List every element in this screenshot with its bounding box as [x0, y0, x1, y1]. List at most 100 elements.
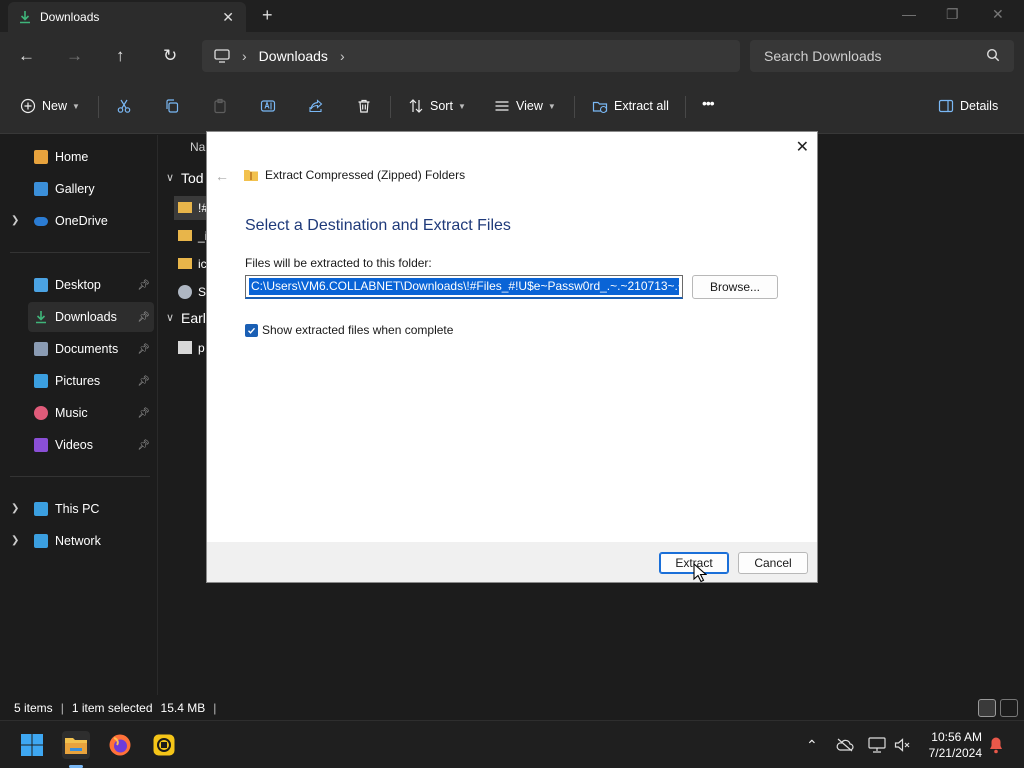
view-button[interactable]: View ▼	[494, 98, 556, 114]
clock[interactable]: 10:56 AM 7/21/2024	[929, 729, 982, 761]
show-files-label: Show extracted files when complete	[262, 323, 454, 337]
delete-button[interactable]	[356, 98, 372, 114]
sidebar-item-videos[interactable]: Videos 📌︎	[28, 430, 154, 460]
rename-icon	[260, 100, 276, 112]
network-icon	[34, 534, 48, 548]
item-count: 5 items	[14, 701, 53, 715]
tray-chevron-up-icon[interactable]: ⌃	[806, 737, 818, 754]
volume-muted-icon[interactable]	[894, 738, 910, 752]
dialog-back-button[interactable]: ←	[215, 168, 229, 184]
dialog-heading: Select a Destination and Extract Files	[245, 217, 511, 234]
tiles-view-toggle-icon[interactable]	[1000, 699, 1018, 717]
videos-icon	[34, 438, 48, 452]
start-button[interactable]	[18, 731, 46, 759]
minimize-button[interactable]: —	[902, 6, 916, 22]
copy-icon	[166, 99, 179, 113]
trash-icon	[358, 99, 370, 113]
search-input[interactable]	[764, 48, 974, 64]
chevron-down-icon: ▼	[457, 101, 466, 111]
group-header-today[interactable]: Tod	[181, 170, 204, 186]
tab-close-button[interactable]: ✕	[222, 9, 234, 26]
firefox-icon	[109, 734, 131, 756]
taskbar-firefox[interactable]	[106, 731, 134, 759]
expand-chevron-icon[interactable]: ❯	[11, 503, 19, 514]
paste-button[interactable]	[212, 98, 228, 114]
dialog-close-button[interactable]: ✕	[796, 137, 809, 157]
group-chevron-icon[interactable]: ∨	[166, 171, 174, 184]
sidebar-item-downloads[interactable]: Downloads 📌︎	[28, 302, 154, 332]
address-bar[interactable]: › Downloads ›	[202, 40, 740, 72]
sidebar-item-label: OneDrive	[55, 214, 108, 228]
sidebar-item-label: Music	[55, 406, 88, 420]
new-tab-button[interactable]: +	[262, 5, 273, 26]
zip-folder-icon	[178, 230, 192, 241]
refresh-button[interactable]: ↻	[163, 46, 177, 66]
home-icon	[34, 150, 48, 164]
folder-icon	[65, 738, 87, 754]
taskbar-file-explorer[interactable]	[62, 731, 90, 759]
pin-icon: 📌︎	[137, 311, 150, 323]
sort-button[interactable]: Sort ▼	[408, 98, 466, 114]
expand-chevron-icon[interactable]: ❯	[11, 535, 19, 546]
cancel-button[interactable]: Cancel	[738, 552, 808, 574]
pin-icon: 📌︎	[137, 407, 150, 419]
command-bar: New ▼ Sort ▼ View ▼ Extract all ••• Deta…	[0, 80, 1024, 134]
close-window-button[interactable]: ✕	[992, 6, 1004, 23]
pin-icon: 📌︎	[137, 279, 150, 291]
details-button[interactable]: Details	[938, 98, 998, 114]
monitor-icon	[214, 49, 230, 63]
show-files-option[interactable]: Show extracted files when complete	[245, 323, 453, 337]
breadcrumb-chevron-icon[interactable]: ›	[340, 48, 345, 64]
status-separator: |	[60, 701, 64, 715]
address-bar-row: ← → ↑ ↻ › Downloads ›	[0, 32, 1024, 80]
back-button[interactable]: ←	[18, 46, 35, 66]
share-button[interactable]	[308, 98, 324, 114]
extract-all-label: Extract all	[614, 99, 669, 113]
show-files-checkbox[interactable]	[245, 323, 258, 337]
pin-icon: 📌︎	[137, 343, 150, 355]
destination-path-input[interactable]: C:\Users\VM6.COLLABNET\Downloads\!#Files…	[245, 275, 683, 299]
app-icon	[153, 734, 175, 756]
cut-button[interactable]	[116, 98, 132, 114]
file-name: p	[198, 341, 205, 355]
extract-all-button[interactable]: Extract all	[592, 98, 669, 114]
sidebar-item-gallery[interactable]: Gallery	[28, 174, 154, 204]
share-icon	[309, 99, 323, 113]
sidebar-item-onedrive[interactable]: OneDrive	[28, 206, 154, 236]
sidebar-item-network[interactable]: Network	[28, 526, 154, 556]
new-button[interactable]: New ▼	[20, 98, 80, 114]
expand-chevron-icon[interactable]: ❯	[11, 215, 19, 226]
rename-button[interactable]	[260, 98, 276, 114]
extract-dialog: ✕ ← Extract Compressed (Zipped) Folders …	[206, 131, 818, 583]
taskbar: ⌃ 10:56 AM 7/21/2024	[0, 720, 1024, 768]
notification-bell-icon[interactable]	[988, 736, 1004, 754]
details-view-toggle-icon[interactable]	[978, 699, 996, 717]
group-chevron-icon[interactable]: ∨	[166, 311, 174, 324]
desktop-icon	[34, 278, 48, 292]
destination-path-text: C:\Users\VM6.COLLABNET\Downloads\!#Files…	[249, 278, 679, 295]
sidebar-item-desktop[interactable]: Desktop 📌︎	[28, 270, 154, 300]
view-lines-icon	[495, 101, 509, 111]
copy-button[interactable]	[164, 98, 180, 114]
sidebar-item-this-pc[interactable]: This PC	[28, 494, 154, 524]
sidebar-item-music[interactable]: Music 📌︎	[28, 398, 154, 428]
sidebar-item-home[interactable]: Home	[28, 142, 154, 172]
group-header-earlier[interactable]: Earl	[181, 310, 206, 326]
onedrive-offline-icon[interactable]	[836, 738, 854, 752]
checkmark-icon	[248, 327, 256, 334]
sidebar-item-pictures[interactable]: Pictures 📌︎	[28, 366, 154, 396]
sidebar-item-documents[interactable]: Documents 📌︎	[28, 334, 154, 364]
destination-label: Files will be extracted to this folder:	[245, 256, 432, 270]
maximize-button[interactable]: ❐	[946, 6, 959, 23]
tab-downloads[interactable]: Downloads ✕	[8, 2, 246, 32]
breadcrumb-downloads[interactable]: Downloads	[259, 48, 328, 64]
column-header-name[interactable]: Na	[190, 140, 205, 154]
browse-button[interactable]: Browse...	[692, 275, 778, 299]
up-button[interactable]: ↑	[116, 46, 125, 66]
more-options-button[interactable]: •••	[702, 95, 715, 111]
search-box[interactable]	[750, 40, 1014, 72]
windows-logo-icon	[21, 734, 43, 756]
forward-button[interactable]: →	[66, 46, 83, 66]
taskbar-app[interactable]	[150, 731, 178, 759]
network-status-icon[interactable]	[868, 737, 886, 753]
